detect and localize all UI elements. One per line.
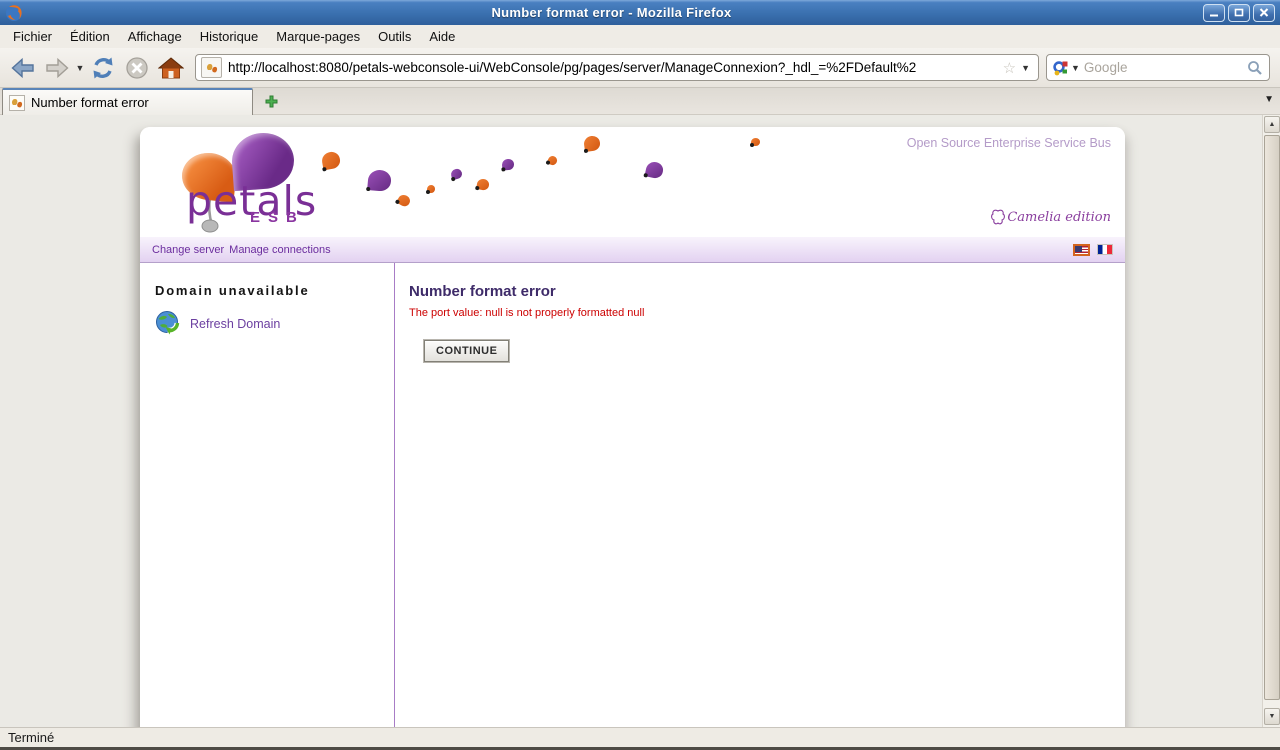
petal-decoration [321,151,342,171]
close-button[interactable] [1253,4,1275,22]
refresh-domain-item[interactable]: Refresh Domain [155,310,394,337]
manage-connections-link[interactable]: Manage connections [229,244,331,256]
main-content: Number format error The port value: null… [395,263,1125,727]
status-bar: Terminé [0,727,1280,747]
us-flag-icon[interactable] [1073,244,1090,256]
menu-outils[interactable]: Outils [369,26,420,47]
edition-text: Camelia edition [1007,210,1111,225]
browser-viewport: petals ESB Open Source Enterprise Servic… [0,115,1280,727]
tab-list-dropdown-icon[interactable]: ▼ [1264,94,1274,105]
search-magnifier-icon[interactable] [1247,60,1263,76]
continue-button[interactable]: CONTINUE [424,340,509,362]
petal-decoration [502,158,515,170]
window-title: Number format error - Mozilla Firefox [23,5,1200,20]
brand-sub: ESB [250,209,305,226]
webconsole-page: petals ESB Open Source Enterprise Servic… [140,127,1125,727]
content-row: Domain unavailable Refresh D [140,263,1125,727]
tab-label: Number format error [31,95,149,110]
menu-fichier[interactable]: Fichier [4,26,61,47]
petal-decoration [396,193,412,209]
navigation-toolbar: ▼ ☆ ▼ [0,48,1280,88]
banner-tagline: Open Source Enterprise Service Bus [907,136,1111,150]
tab-bar: Number format error ▼ [0,88,1280,115]
tab-number-format-error[interactable]: Number format error [2,88,253,115]
search-engine-dropdown[interactable]: ▼ [1071,63,1080,73]
stop-button[interactable] [120,51,154,85]
reload-button[interactable] [86,51,120,85]
maximize-button[interactable] [1228,4,1250,22]
petal-decoration [645,160,665,179]
menu-edition[interactable]: Édition [61,26,119,47]
sidebar-heading: Domain unavailable [155,283,394,298]
change-server-link[interactable]: Change server [152,244,224,256]
camelia-flower-icon [991,209,1005,225]
fr-flag-icon[interactable] [1097,244,1113,255]
new-tab-button[interactable] [259,91,283,112]
menu-historique[interactable]: Historique [191,26,268,47]
firefox-icon [5,4,23,22]
status-text: Terminé [8,730,54,745]
sidebar: Domain unavailable Refresh D [140,263,395,727]
window-titlebar: Number format error - Mozilla Firefox [0,0,1280,25]
url-dropdown-icon[interactable]: ▼ [1021,63,1030,73]
bookmark-star-icon[interactable]: ☆ [1003,59,1016,77]
petal-decoration [751,138,760,146]
petal-decoration [583,135,601,152]
google-logo-icon[interactable] [1053,60,1069,76]
petal-decoration [450,168,463,181]
menu-marque-pages[interactable]: Marque-pages [267,26,369,47]
vertical-scrollbar[interactable]: ▲ ▼ [1262,115,1280,727]
page-title: Number format error [409,283,1125,300]
url-bar[interactable]: ☆ ▼ [195,54,1039,81]
search-input[interactable] [1084,60,1247,75]
url-input[interactable] [228,60,1001,75]
petal-decoration [476,178,490,191]
scrollbar-thumb[interactable] [1264,135,1280,700]
edition-label: Camelia edition [991,209,1111,225]
error-message: The port value: null is not properly for… [409,307,1125,319]
app-navbar: Change server Manage connections [140,236,1125,263]
back-history-dropdown[interactable]: ▼ [74,63,86,73]
menubar: Fichier Édition Affichage Historique Mar… [0,25,1280,48]
globe-refresh-icon [155,310,182,337]
scroll-up-button[interactable]: ▲ [1264,116,1280,133]
language-switcher [1073,244,1113,256]
page-favicon[interactable] [201,57,222,78]
search-bar[interactable]: ▼ [1046,54,1270,81]
scroll-down-button[interactable]: ▼ [1264,708,1280,725]
tab-favicon [9,95,25,111]
petal-decoration [427,185,435,193]
forward-button[interactable] [40,51,74,85]
refresh-domain-link[interactable]: Refresh Domain [190,317,280,331]
petal-decoration [367,169,392,192]
minimize-button[interactable] [1203,4,1225,22]
home-button[interactable] [154,51,188,85]
menu-affichage[interactable]: Affichage [119,26,191,47]
petal-decoration [547,155,559,167]
menu-aide[interactable]: Aide [420,26,464,47]
back-button[interactable] [6,51,40,85]
petals-banner: petals ESB Open Source Enterprise Servic… [140,127,1125,236]
